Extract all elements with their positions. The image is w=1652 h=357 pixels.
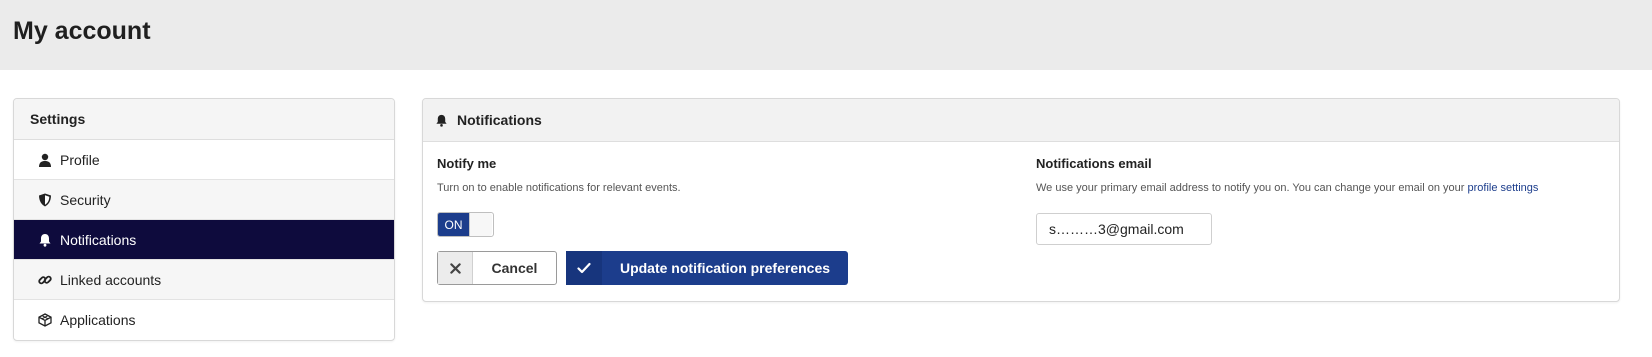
email-help-text: We use your primary email address to not… bbox=[1036, 182, 1468, 194]
sidebar-item-label: Security bbox=[60, 191, 111, 208]
sidebar-item-security[interactable]: Security bbox=[14, 180, 394, 220]
notify-me-label: Notify me bbox=[437, 156, 497, 171]
profile-settings-link[interactable]: profile settings bbox=[1467, 182, 1538, 194]
cancel-label: Cancel bbox=[491, 260, 538, 276]
checkmark-icon bbox=[566, 251, 602, 285]
notifications-panel: Notifications Notify me Turn on to enabl… bbox=[422, 98, 1620, 302]
sidebar-title: Settings bbox=[14, 99, 394, 140]
email-field[interactable] bbox=[1036, 213, 1212, 245]
panel-header: Notifications bbox=[423, 99, 1619, 142]
bell-icon bbox=[435, 114, 448, 127]
notifications-email-help: We use your primary email address to not… bbox=[1036, 182, 1538, 194]
toggle-knob bbox=[469, 213, 492, 236]
sidebar-item-notifications[interactable]: Notifications bbox=[14, 220, 394, 260]
notify-me-help: Turn on to enable notifications for rele… bbox=[437, 182, 681, 194]
bell-icon bbox=[38, 233, 52, 247]
sidebar-item-applications[interactable]: Applications bbox=[14, 300, 394, 339]
sidebar-item-linked-accounts[interactable]: Linked accounts bbox=[14, 260, 394, 300]
shield-icon bbox=[38, 193, 52, 207]
notify-toggle[interactable]: ON bbox=[437, 212, 494, 237]
sidebar-item-label: Linked accounts bbox=[60, 271, 162, 288]
update-preferences-button[interactable]: Update notification preferences bbox=[566, 251, 848, 285]
sidebar-item-profile[interactable]: Profile bbox=[14, 140, 394, 180]
sidebar-item-label: Profile bbox=[60, 151, 100, 168]
link-icon bbox=[38, 273, 52, 287]
toggle-on-label: ON bbox=[438, 213, 469, 236]
top-bar: My account bbox=[0, 0, 1652, 70]
cancel-button[interactable]: Cancel bbox=[437, 251, 557, 285]
cube-icon bbox=[38, 312, 52, 327]
page-title: My account bbox=[13, 17, 151, 45]
sidebar-item-label: Applications bbox=[60, 311, 136, 328]
sidebar-item-label: Notifications bbox=[60, 231, 137, 248]
update-label: Update notification preferences bbox=[619, 260, 831, 276]
panel-title: Notifications bbox=[457, 112, 542, 128]
close-icon bbox=[438, 252, 473, 284]
settings-sidebar: Settings Profile Security Notifications … bbox=[13, 98, 395, 341]
notifications-email-label: Notifications email bbox=[1036, 156, 1152, 171]
user-icon bbox=[38, 153, 52, 167]
